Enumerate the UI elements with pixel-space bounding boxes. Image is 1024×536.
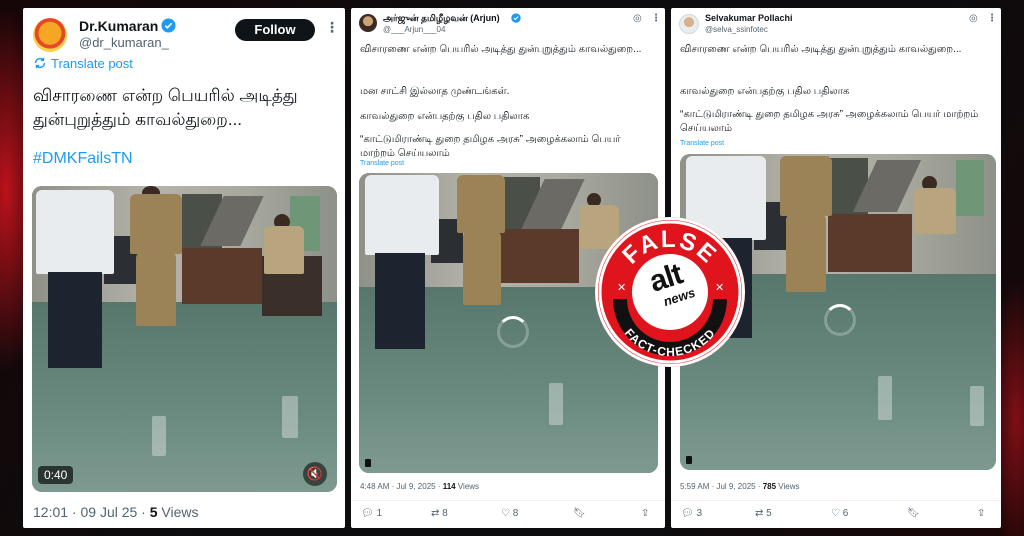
- tweet-footer: 5:59 AM · Jul 9, 2025 · 785 Views: [680, 482, 800, 491]
- bookmark-icon: 🔖︎: [573, 508, 586, 519]
- heart-icon: ♡: [501, 508, 510, 519]
- views-label: Views: [157, 504, 199, 520]
- tweet-text-line2: மன சாட்சி இல்லாத முண்டங்கள்.: [360, 86, 510, 97]
- repost-icon: ⇄: [755, 508, 764, 519]
- share-button[interactable]: ⇪: [977, 508, 985, 519]
- handle[interactable]: @selva_ssinfotec: [705, 25, 768, 34]
- translate-post-link[interactable]: Translate post: [360, 160, 404, 167]
- display-name[interactable]: Dr.Kumaran: [79, 18, 158, 34]
- repost-button[interactable]: ⇄ 8: [431, 508, 448, 519]
- reply-button[interactable]: 💬︎ 1: [361, 508, 382, 519]
- tweet-card-drkumaran: Dr.Kumaran @dr_kumaran_ Follow ⋮ Transla…: [23, 8, 345, 528]
- loading-spinner: [497, 316, 529, 348]
- tweet-text-line4: “காட்டுமிராண்டி துறை தமிழக அரசு” அழைக்கல…: [360, 134, 621, 159]
- video-thumb-indicator: [686, 456, 692, 464]
- views-label: Views: [776, 482, 800, 491]
- more-options-icon[interactable]: ⋮: [651, 13, 661, 24]
- reply-icon: 💬︎: [681, 508, 694, 519]
- reply-button[interactable]: 💬︎ 3: [681, 508, 702, 519]
- tweet-timestamp[interactable]: 12:01 · 09 Jul 25 ·: [33, 504, 150, 520]
- avatar[interactable]: [679, 14, 699, 34]
- reply-count: 1: [376, 508, 383, 519]
- verified-badge-icon: [511, 13, 521, 23]
- tweet-footer: 4:48 AM · Jul 9, 2025 · 114 Views: [360, 482, 479, 491]
- tweet-text-line2: காவல்துறை என்பதற்கு பதில பதிலாக: [680, 86, 850, 97]
- repost-icon: ⇄: [431, 508, 440, 519]
- video-player[interactable]: 0:40 🔇: [32, 186, 337, 492]
- tweet-footer: 12:01 · 09 Jul 25 · 5 Views: [33, 504, 199, 520]
- more-options-icon[interactable]: ⋮: [987, 13, 997, 24]
- translate-icon: [34, 57, 46, 69]
- reply-count: 3: [696, 508, 703, 519]
- tweet-timestamp[interactable]: 4:48 AM · Jul 9, 2025 ·: [360, 482, 443, 491]
- views-count: 785: [762, 482, 777, 491]
- repost-count: 5: [766, 508, 772, 519]
- video-duration: 0:40: [38, 466, 74, 484]
- grok-icon[interactable]: ◎: [969, 13, 978, 24]
- bookmark-button[interactable]: 🔖︎: [907, 508, 920, 519]
- repost-button[interactable]: ⇄ 5: [755, 508, 772, 519]
- share-icon: ⇪: [641, 508, 650, 519]
- loading-spinner: [824, 304, 856, 336]
- like-button[interactable]: ♡ 8: [501, 508, 518, 519]
- tweet-text-line1: விசாரணை என்ற பெயரில் அடித்து துன்புறுத்த…: [680, 44, 962, 55]
- cross-icon: ✕: [617, 282, 626, 294]
- views-count: 114: [442, 482, 456, 491]
- tweet-timestamp[interactable]: 5:59 AM · Jul 9, 2025 ·: [680, 482, 763, 491]
- display-name[interactable]: Selvakumar Pollachi: [705, 13, 793, 23]
- like-button[interactable]: ♡ 6: [831, 508, 848, 519]
- follow-button[interactable]: Follow: [235, 19, 315, 41]
- tweet-text-line3: காவல்துறை என்பதற்கு பதில பதிலாக: [360, 111, 530, 122]
- divider: [351, 500, 665, 501]
- tweet-text-line1: விசாரணை என்ற பெயரில் அடித்து துன்புறுத்த…: [360, 44, 642, 55]
- hashtag-link[interactable]: #DMKFailsTN: [33, 150, 133, 168]
- false-fact-checked-stamp: FALSE FACT-CHECKED ✕ ✕ alt news: [595, 217, 745, 367]
- avatar[interactable]: [33, 18, 67, 52]
- translate-post-link[interactable]: Translate post: [680, 140, 724, 147]
- tweet-text: விசாரணை என்ற பெயரில் அடித்து துன்புறுத்த…: [33, 86, 298, 129]
- like-count: 8: [512, 508, 519, 519]
- handle[interactable]: @dr_kumaran_: [79, 35, 169, 50]
- views-count: 5: [149, 504, 158, 520]
- bookmark-icon: 🔖︎: [907, 508, 920, 519]
- translate-post-link[interactable]: Translate post: [51, 56, 133, 71]
- views-label: Views: [455, 482, 480, 491]
- divider: [671, 500, 1001, 501]
- bookmark-button[interactable]: 🔖︎: [573, 508, 586, 519]
- display-name[interactable]: அர்ஜுன் தமிழீழவன் (Arjun): [383, 13, 500, 25]
- like-count: 6: [842, 508, 849, 519]
- share-button[interactable]: ⇪: [641, 508, 649, 519]
- verified-badge-icon: [161, 18, 176, 33]
- reply-icon: 💬︎: [361, 508, 374, 519]
- video-thumb-indicator: [365, 459, 371, 467]
- tweet-text-line3: “காட்டுமிராண்டி துறை தமிழக அரசு” அழைக்கல…: [680, 109, 979, 134]
- grok-icon[interactable]: ◎: [633, 13, 642, 24]
- cross-icon: ✕: [715, 282, 724, 294]
- mute-icon[interactable]: 🔇: [303, 462, 327, 486]
- repost-count: 8: [442, 508, 448, 519]
- share-icon: ⇪: [977, 508, 986, 519]
- more-options-icon[interactable]: ⋮: [325, 19, 339, 36]
- handle[interactable]: @___Arjun___04: [383, 25, 445, 34]
- avatar[interactable]: [359, 14, 377, 32]
- heart-icon: ♡: [831, 508, 840, 519]
